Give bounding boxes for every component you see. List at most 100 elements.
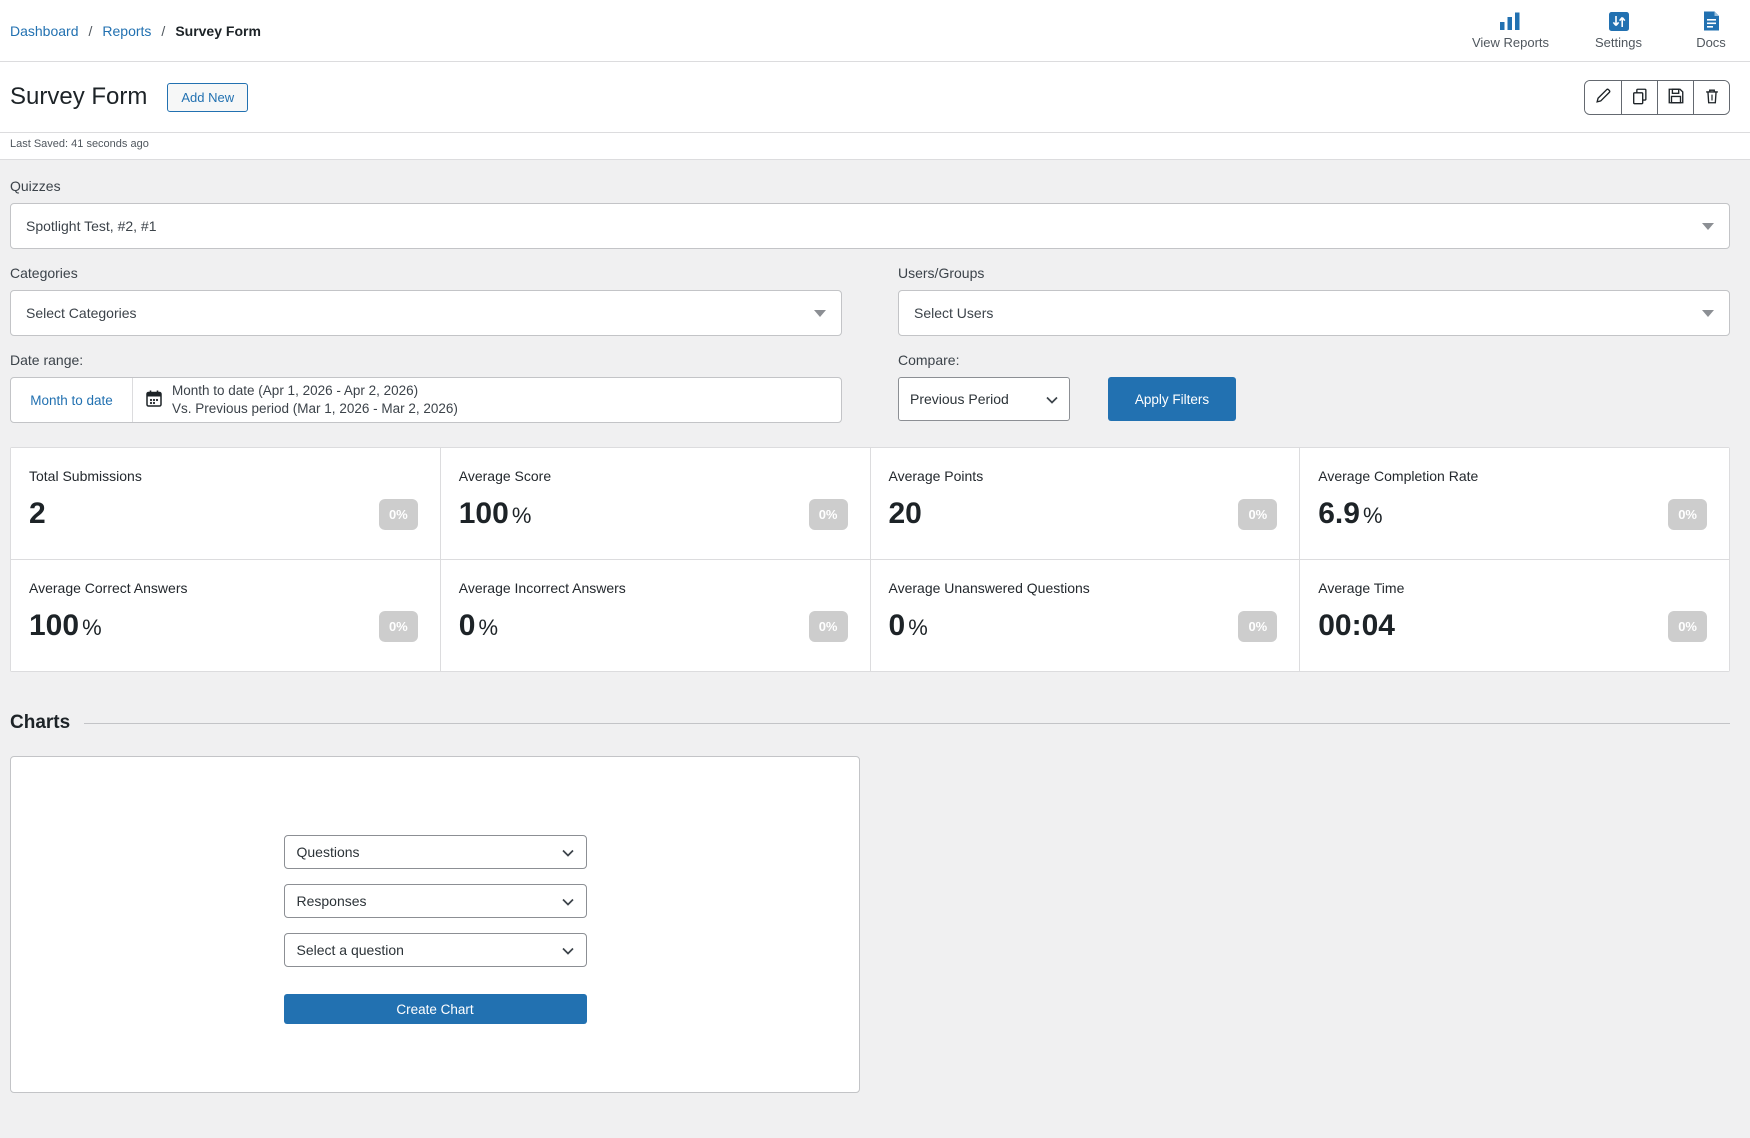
date-range-current: Month to date (Apr 1, 2026 - Apr 2, 2026… bbox=[172, 382, 458, 400]
quizzes-select-value: Spotlight Test, #2, #1 bbox=[26, 218, 157, 234]
save-icon bbox=[1667, 87, 1685, 108]
charts-section-header: Charts bbox=[10, 712, 1730, 734]
caret-down-icon bbox=[814, 310, 826, 317]
stat-card-average-points: Average Points 20 0% bbox=[871, 448, 1300, 559]
stat-label: Average Unanswered Questions bbox=[889, 580, 1278, 596]
stat-card-average-score: Average Score 100% 0% bbox=[441, 448, 870, 559]
stat-value: 20 bbox=[889, 497, 925, 531]
nav-settings[interactable]: Settings bbox=[1595, 11, 1642, 50]
chevron-down-icon bbox=[1046, 391, 1058, 407]
date-preset-button[interactable]: Month to date bbox=[11, 378, 133, 422]
stat-change-badge: 0% bbox=[809, 499, 848, 530]
nav-settings-label: Settings bbox=[1595, 35, 1642, 50]
stat-value: 0% bbox=[459, 609, 498, 643]
chart-metric-select[interactable]: Responses bbox=[284, 884, 587, 918]
stat-change-badge: 0% bbox=[379, 499, 418, 530]
bar-chart-icon bbox=[1499, 11, 1521, 31]
breadcrumb-reports[interactable]: Reports bbox=[102, 23, 151, 39]
nav-view-reports-label: View Reports bbox=[1472, 35, 1549, 50]
breadcrumb-separator: / bbox=[89, 23, 93, 39]
stat-change-badge: 0% bbox=[1668, 611, 1707, 642]
categories-field: Categories Select Categories bbox=[10, 265, 842, 336]
stat-label: Average Incorrect Answers bbox=[459, 580, 848, 596]
save-button[interactable] bbox=[1657, 81, 1693, 114]
create-chart-button[interactable]: Create Chart bbox=[284, 994, 587, 1024]
stat-card-total-submissions: Total Submissions 2 0% bbox=[11, 448, 440, 559]
categories-label: Categories bbox=[10, 265, 842, 281]
stat-card-average-unanswered-questions: Average Unanswered Questions 0% 0% bbox=[871, 560, 1300, 671]
stat-change-badge: 0% bbox=[1238, 611, 1277, 642]
stat-card-average-incorrect-answers: Average Incorrect Answers 0% 0% bbox=[441, 560, 870, 671]
date-range-label: Date range: bbox=[10, 352, 842, 368]
chart-builder-panel: Questions Responses Select a question Cr… bbox=[10, 756, 860, 1093]
users-select[interactable]: Select Users bbox=[898, 290, 1730, 336]
top-bar: Dashboard / Reports / Survey Form View R… bbox=[0, 0, 1750, 62]
categories-select-placeholder: Select Categories bbox=[26, 305, 137, 321]
chart-type-select-value: Questions bbox=[297, 844, 360, 860]
chart-type-select[interactable]: Questions bbox=[284, 835, 587, 869]
pencil-icon bbox=[1594, 87, 1612, 108]
caret-down-icon bbox=[1702, 310, 1714, 317]
users-field: Users/Groups Select Users bbox=[898, 265, 1730, 336]
calendar-icon bbox=[146, 390, 162, 410]
main-content: Quizzes Spotlight Test, #2, #1 Categorie… bbox=[0, 160, 1750, 1093]
breadcrumb-dashboard[interactable]: Dashboard bbox=[10, 23, 79, 39]
stat-card-average-completion-rate: Average Completion Rate 6.9% 0% bbox=[1300, 448, 1729, 559]
document-icon bbox=[1703, 11, 1720, 31]
chart-metric-select-value: Responses bbox=[297, 893, 367, 909]
compare-select-value: Previous Period bbox=[910, 391, 1009, 407]
top-nav: View Reports Settings Docs bbox=[1472, 11, 1742, 50]
compare-field: Compare: Previous Period Apply Filters bbox=[898, 352, 1730, 423]
last-saved-status: Last Saved: 41 seconds ago bbox=[0, 133, 1750, 160]
quizzes-select[interactable]: Spotlight Test, #2, #1 bbox=[10, 203, 1730, 249]
stat-change-badge: 0% bbox=[379, 611, 418, 642]
stat-label: Average Points bbox=[889, 468, 1278, 484]
date-range-field: Date range: Month to date Month to date … bbox=[10, 352, 842, 423]
chevron-down-icon bbox=[562, 844, 574, 860]
stat-label: Average Completion Rate bbox=[1318, 468, 1707, 484]
edit-button[interactable] bbox=[1585, 81, 1621, 114]
sliders-icon bbox=[1609, 11, 1629, 31]
charts-heading: Charts bbox=[10, 712, 70, 734]
chart-question-select-value: Select a question bbox=[297, 942, 404, 958]
breadcrumb-current-page: Survey Form bbox=[175, 23, 261, 39]
trash-icon bbox=[1703, 87, 1721, 108]
title-bar: Survey Form Add New bbox=[0, 62, 1750, 133]
stats-grid: Total Submissions 2 0% Average Score 100… bbox=[10, 447, 1730, 672]
stat-change-badge: 0% bbox=[1238, 499, 1277, 530]
stat-label: Average Score bbox=[459, 468, 848, 484]
chart-question-select[interactable]: Select a question bbox=[284, 933, 587, 967]
stat-value: 0% bbox=[889, 609, 928, 643]
nav-docs-label: Docs bbox=[1696, 35, 1726, 50]
stat-value: 00:04 bbox=[1318, 609, 1398, 643]
date-range-picker[interactable]: Month to date Month to date (Apr 1, 2026… bbox=[10, 377, 842, 423]
stat-label: Total Submissions bbox=[29, 468, 418, 484]
duplicate-button[interactable] bbox=[1621, 81, 1657, 114]
date-range-comparison: Vs. Previous period (Mar 1, 2026 - Mar 2… bbox=[172, 400, 458, 418]
compare-select[interactable]: Previous Period bbox=[898, 377, 1070, 421]
stat-card-average-correct-answers: Average Correct Answers 100% 0% bbox=[11, 560, 440, 671]
add-new-button[interactable]: Add New bbox=[167, 83, 248, 112]
page-title: Survey Form bbox=[10, 83, 147, 111]
stat-change-badge: 0% bbox=[1668, 499, 1707, 530]
copy-icon bbox=[1631, 87, 1649, 108]
stat-value: 100% bbox=[29, 609, 102, 643]
stat-change-badge: 0% bbox=[809, 611, 848, 642]
nav-docs[interactable]: Docs bbox=[1688, 11, 1734, 50]
breadcrumb: Dashboard / Reports / Survey Form bbox=[10, 23, 261, 39]
breadcrumb-separator: / bbox=[161, 23, 165, 39]
delete-button[interactable] bbox=[1693, 81, 1729, 114]
chevron-down-icon bbox=[562, 942, 574, 958]
apply-filters-button[interactable]: Apply Filters bbox=[1108, 377, 1236, 421]
stat-label: Average Correct Answers bbox=[29, 580, 418, 596]
users-select-placeholder: Select Users bbox=[914, 305, 993, 321]
compare-label: Compare: bbox=[898, 352, 1730, 368]
stat-card-average-time: Average Time 00:04 0% bbox=[1300, 560, 1729, 671]
stat-value: 100% bbox=[459, 497, 532, 531]
stat-label: Average Time bbox=[1318, 580, 1707, 596]
caret-down-icon bbox=[1702, 223, 1714, 230]
nav-view-reports[interactable]: View Reports bbox=[1472, 11, 1549, 50]
chevron-down-icon bbox=[562, 893, 574, 909]
categories-select[interactable]: Select Categories bbox=[10, 290, 842, 336]
users-groups-label: Users/Groups bbox=[898, 265, 1730, 281]
